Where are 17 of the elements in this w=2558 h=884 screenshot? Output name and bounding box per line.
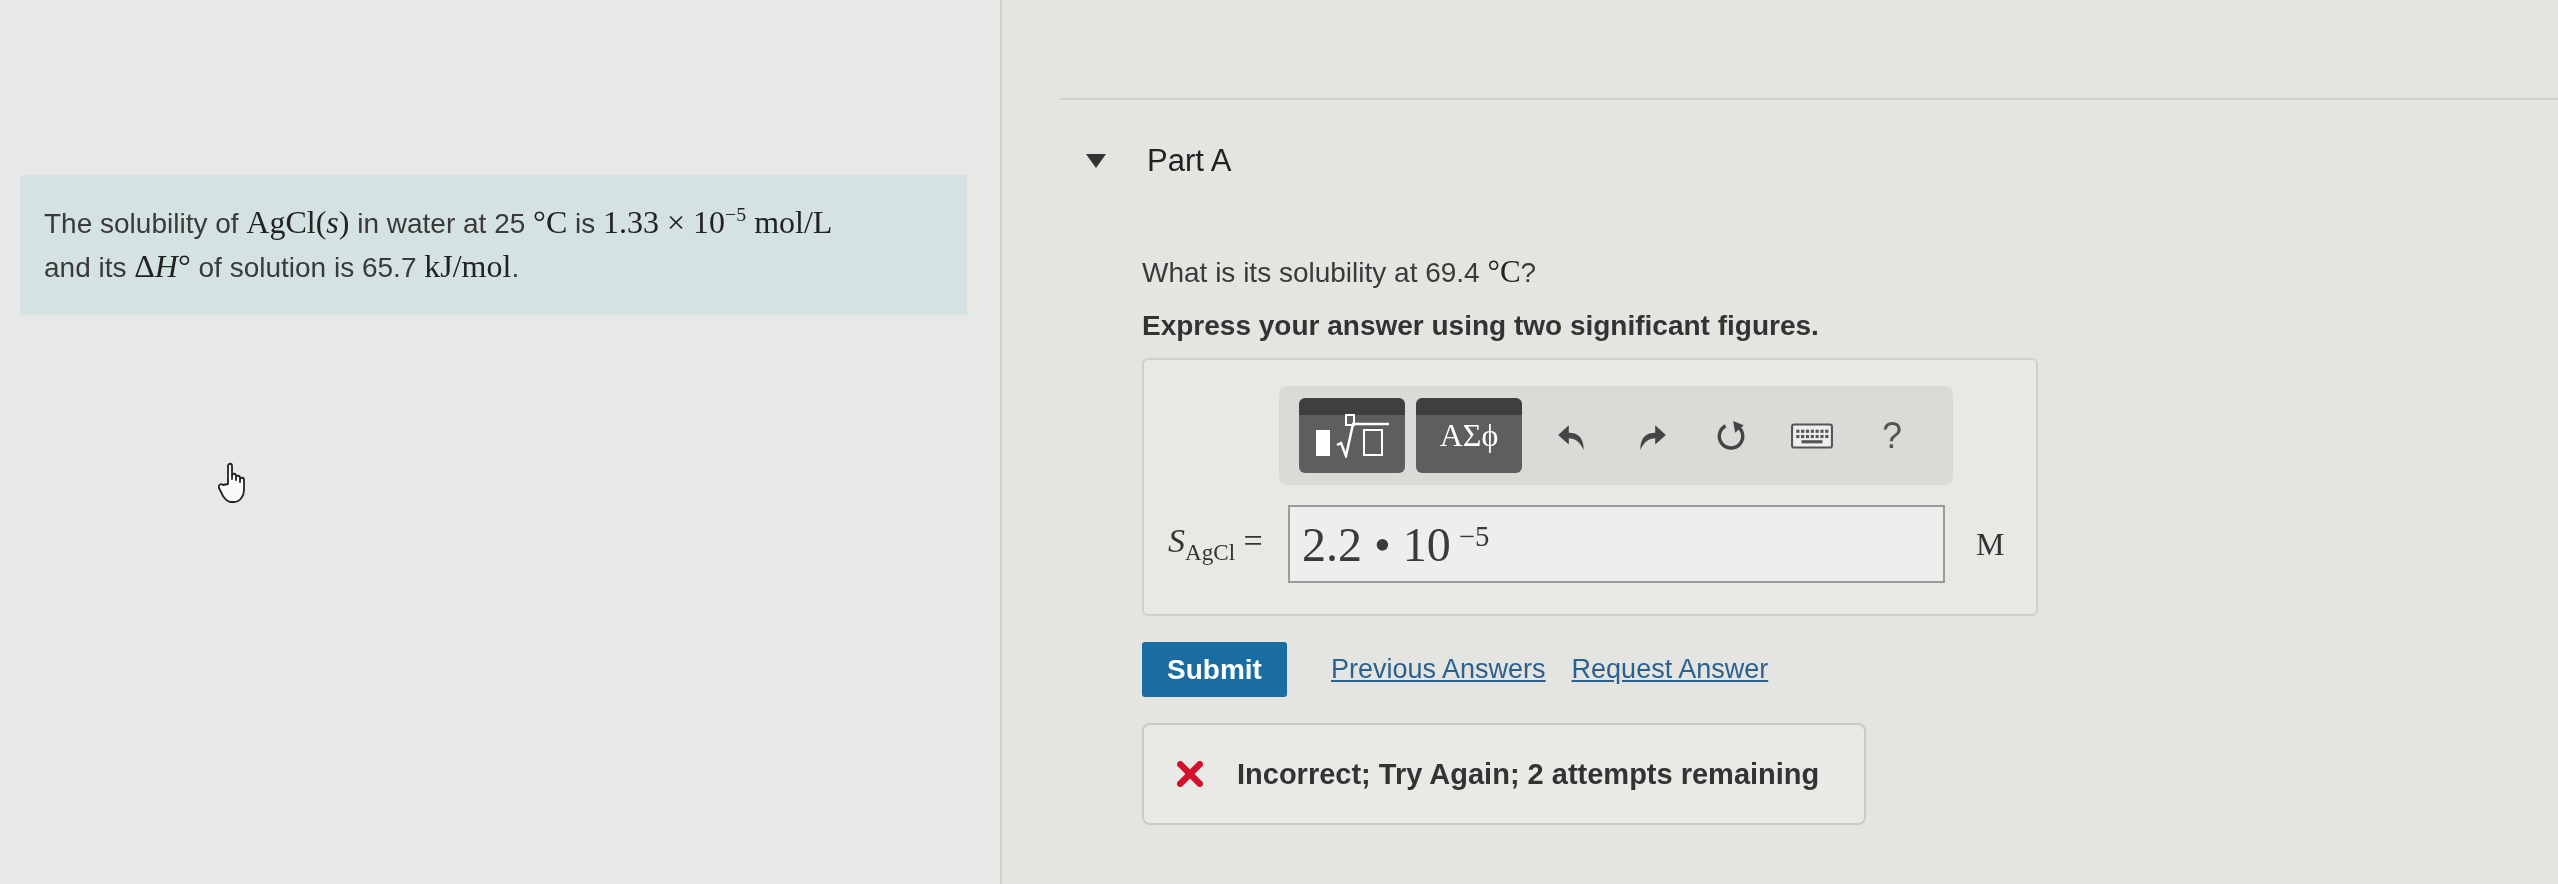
answer-input-field[interactable]: 2.2 • 10$^{−5}$: [1288, 505, 1945, 583]
x-mark-icon: [1177, 761, 1203, 787]
greek-symbols-button[interactable]: ΑΣϕ: [1416, 398, 1522, 473]
answer-label: S$_{AgCl}$ =: [1168, 522, 1264, 566]
submit-button[interactable]: Submit: [1142, 642, 1287, 697]
feedback-text: Incorrect; Try Again; 2 attempts remaining: [1237, 757, 1820, 791]
answer-link[interactable]: Previous Answers: [1331, 654, 1546, 685]
help-button[interactable]: ?: [1867, 410, 1917, 461]
caret-down-icon[interactable]: [1086, 154, 1106, 168]
templates-button[interactable]: [1299, 398, 1405, 473]
instruction-text: Express your answer using two significant figures.: [1142, 309, 1820, 343]
part-title[interactable]: Part A: [1147, 143, 1232, 179]
problem-statement: The solubility of AgCl(s) in water at 25 °C is 1.33 × 10$^{−5}$ mol/L and its ΔH° of solution is 65.7 kJ/mol.: [20, 175, 967, 315]
keyboard-icon: [1791, 422, 1833, 449]
answer-link[interactable]: Request Answer: [1571, 654, 1769, 685]
question-text: What is its solubility at 69.4 °C?: [1142, 254, 1538, 291]
unit-label: M: [1976, 525, 2005, 563]
